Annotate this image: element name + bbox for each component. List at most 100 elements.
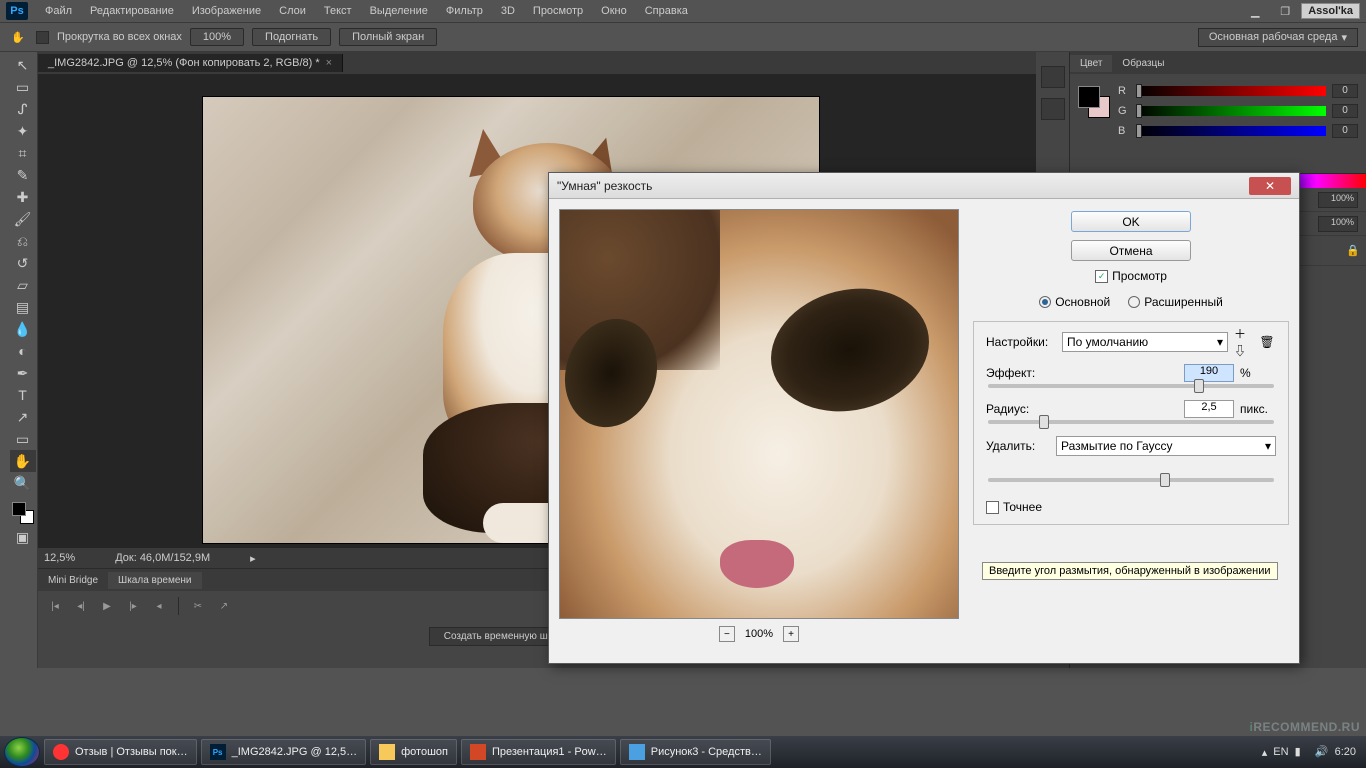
- taskbar-item[interactable]: Рисунок3 - Средств…: [620, 739, 771, 765]
- settings-preset-select[interactable]: По умолчанию ▾: [1062, 332, 1228, 352]
- fit-button[interactable]: Подогнать: [252, 28, 331, 46]
- wand-tool-icon[interactable]: ✦: [10, 120, 36, 142]
- menu-image[interactable]: Изображение: [183, 2, 270, 20]
- transition-icon[interactable]: ↗: [213, 597, 235, 615]
- menu-layer[interactable]: Слои: [270, 2, 315, 20]
- blur-tool-icon[interactable]: 💧: [10, 318, 36, 340]
- menu-edit[interactable]: Редактирование: [81, 2, 183, 20]
- color-swatch[interactable]: [1078, 86, 1110, 118]
- menu-help[interactable]: Справка: [636, 2, 697, 20]
- scroll-all-checkbox[interactable]: [36, 31, 49, 44]
- hand-tool-icon: ✋: [8, 27, 28, 47]
- b-value[interactable]: 0: [1332, 124, 1358, 138]
- ok-button[interactable]: OK: [1071, 211, 1191, 232]
- menu-3d[interactable]: 3D: [492, 2, 524, 20]
- layer-fill[interactable]: 100%: [1318, 216, 1358, 232]
- precise-checkbox[interactable]: [986, 501, 999, 514]
- play-icon[interactable]: ▶: [96, 597, 118, 615]
- document-tab[interactable]: _IMG2842.JPG @ 12,5% (Фон копировать 2, …: [38, 54, 343, 72]
- g-slider[interactable]: [1136, 106, 1326, 116]
- taskbar-item[interactable]: Ps_IMG2842.JPG @ 12,5…: [201, 739, 367, 765]
- zoom-status[interactable]: 12,5%: [44, 552, 75, 564]
- system-tray[interactable]: ▴ EN ▮ 🔊 6:20: [1262, 745, 1362, 759]
- tray-volume-icon[interactable]: 🔊: [1315, 745, 1329, 759]
- eyedropper-tool-icon[interactable]: ✎: [10, 164, 36, 186]
- dialog-titlebar[interactable]: "Умная" резкость ✕: [549, 173, 1299, 199]
- layer-opacity[interactable]: 100%: [1318, 192, 1358, 208]
- taskbar-item[interactable]: Отзыв | Отзывы пок…: [44, 739, 197, 765]
- radius-input[interactable]: 2,5: [1184, 400, 1234, 418]
- zoom-out-icon[interactable]: −: [719, 626, 735, 642]
- menu-file[interactable]: Файл: [36, 2, 81, 20]
- history-brush-icon[interactable]: ↺: [10, 252, 36, 274]
- taskbar-item[interactable]: Презентация1 - Pow…: [461, 739, 616, 765]
- lasso-tool-icon[interactable]: ᔑ: [10, 98, 36, 120]
- tray-lang[interactable]: EN: [1273, 746, 1288, 758]
- prev-frame-icon[interactable]: ◂|: [70, 597, 92, 615]
- taskbar-item[interactable]: фотошоп: [370, 739, 457, 765]
- dialog-close-button[interactable]: ✕: [1249, 177, 1291, 195]
- delete-preset-icon[interactable]: 🗑: [1258, 333, 1276, 351]
- actions-panel-icon[interactable]: [1041, 98, 1065, 120]
- type-tool-icon[interactable]: T: [10, 384, 36, 406]
- zoom-tool-icon[interactable]: 🔍: [10, 472, 36, 494]
- menu-type[interactable]: Текст: [315, 2, 361, 20]
- tab-timeline[interactable]: Шкала времени: [108, 572, 201, 589]
- shape-tool-icon[interactable]: ▭: [10, 428, 36, 450]
- menu-filter[interactable]: Фильтр: [437, 2, 492, 20]
- tray-network-icon[interactable]: ▮: [1295, 745, 1309, 759]
- angle-slider[interactable]: [988, 478, 1274, 482]
- amount-slider[interactable]: [988, 384, 1274, 388]
- window-minimize-icon[interactable]: ▁: [1241, 3, 1269, 19]
- hand-tool-icon[interactable]: ✋: [10, 450, 36, 472]
- r-slider[interactable]: [1136, 86, 1326, 96]
- preview-checkbox[interactable]: ✓: [1095, 270, 1108, 283]
- g-value[interactable]: 0: [1332, 104, 1358, 118]
- mode-basic-radio[interactable]: Основной: [1039, 295, 1110, 309]
- brush-tool-icon[interactable]: 🖌: [10, 208, 36, 230]
- tab-swatches[interactable]: Образцы: [1112, 55, 1174, 72]
- pen-tool-icon[interactable]: ✒: [10, 362, 36, 384]
- screen-mode-icon[interactable]: ▣: [10, 526, 36, 548]
- crop-tool-icon[interactable]: ⌗: [10, 142, 36, 164]
- radius-slider[interactable]: [988, 420, 1274, 424]
- heal-tool-icon[interactable]: ✚: [10, 186, 36, 208]
- status-arrow-icon[interactable]: ▸: [250, 552, 256, 565]
- remove-type-select[interactable]: Размытие по Гауссу ▾: [1056, 436, 1276, 456]
- stamp-tool-icon[interactable]: ⎌: [10, 230, 36, 252]
- tray-show-hidden-icon[interactable]: ▴: [1262, 746, 1268, 759]
- eraser-tool-icon[interactable]: ▱: [10, 274, 36, 296]
- start-button[interactable]: [4, 737, 40, 767]
- history-panel-icon[interactable]: [1041, 66, 1065, 88]
- fgbg-swatch[interactable]: [10, 500, 36, 526]
- workspace-selector[interactable]: Основная рабочая среда ▾: [1198, 28, 1358, 47]
- mode-advanced-radio[interactable]: Расширенный: [1128, 295, 1223, 309]
- cancel-button[interactable]: Отмена: [1071, 240, 1191, 261]
- dodge-tool-icon[interactable]: ◐: [10, 340, 36, 362]
- fullscreen-button[interactable]: Полный экран: [339, 28, 437, 46]
- lock-icon[interactable]: 🔒: [1346, 244, 1360, 257]
- dialog-preview[interactable]: [559, 209, 959, 619]
- zoom-in-icon[interactable]: +: [783, 626, 799, 642]
- save-preset-icon[interactable]: ＋⇩: [1234, 333, 1252, 351]
- next-frame-icon[interactable]: |▸: [122, 597, 144, 615]
- marquee-tool-icon[interactable]: ▭: [10, 76, 36, 98]
- move-tool-icon[interactable]: ↖: [10, 54, 36, 76]
- go-start-icon[interactable]: |◂: [44, 597, 66, 615]
- menu-view[interactable]: Просмотр: [524, 2, 592, 20]
- gradient-tool-icon[interactable]: ▤: [10, 296, 36, 318]
- b-slider[interactable]: [1136, 126, 1326, 136]
- zoom-100-button[interactable]: 100%: [190, 28, 244, 46]
- tab-color[interactable]: Цвет: [1070, 55, 1112, 72]
- path-select-icon[interactable]: ↗: [10, 406, 36, 428]
- amount-input[interactable]: 190: [1184, 364, 1234, 382]
- r-value[interactable]: 0: [1332, 84, 1358, 98]
- close-tab-icon[interactable]: ×: [326, 57, 332, 69]
- window-restore-icon[interactable]: ❐: [1271, 3, 1299, 19]
- split-icon[interactable]: ✂: [187, 597, 209, 615]
- mute-icon[interactable]: ◂: [148, 597, 170, 615]
- menu-select[interactable]: Выделение: [361, 2, 437, 20]
- tab-minibridge[interactable]: Mini Bridge: [38, 572, 108, 589]
- menu-window[interactable]: Окно: [592, 2, 636, 20]
- tray-clock[interactable]: 6:20: [1335, 746, 1356, 758]
